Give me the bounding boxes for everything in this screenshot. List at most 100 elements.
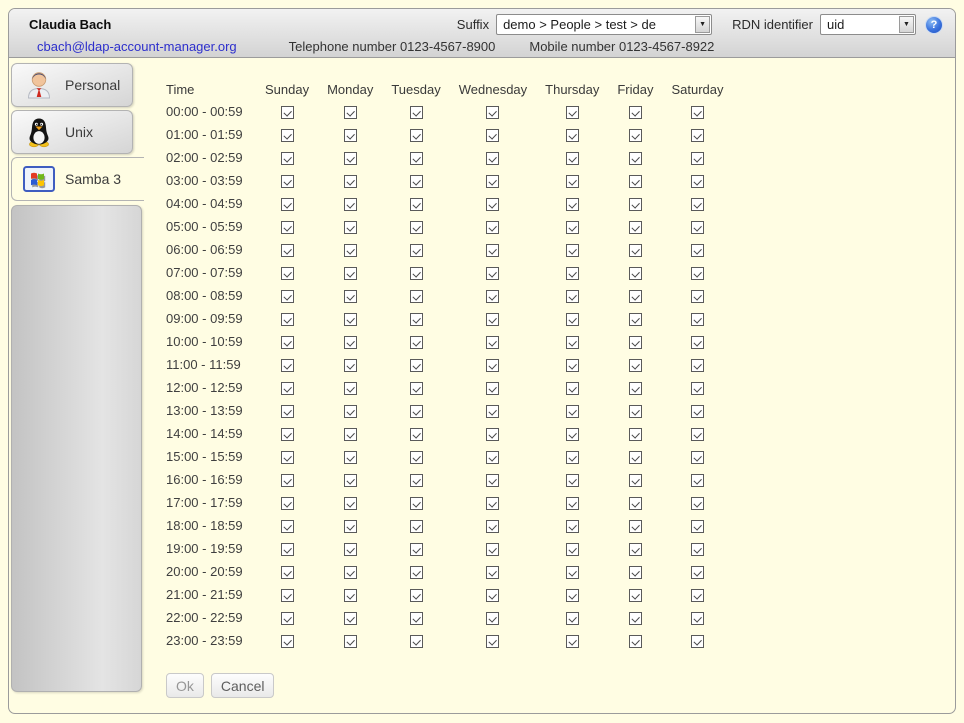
hour-checkbox-friday-19:00[interactable]: [629, 543, 642, 556]
hour-checkbox-thursday-23:00[interactable]: [566, 635, 579, 648]
hour-checkbox-tuesday-00:00[interactable]: [410, 106, 423, 119]
hour-checkbox-wednesday-17:00[interactable]: [486, 497, 499, 510]
hour-checkbox-sunday-04:00[interactable]: [281, 198, 294, 211]
hour-checkbox-monday-03:00[interactable]: [344, 175, 357, 188]
hour-checkbox-monday-19:00[interactable]: [344, 543, 357, 556]
hour-checkbox-tuesday-09:00[interactable]: [410, 313, 423, 326]
hour-checkbox-sunday-01:00[interactable]: [281, 129, 294, 142]
hour-checkbox-sunday-06:00[interactable]: [281, 244, 294, 257]
hour-checkbox-friday-15:00[interactable]: [629, 451, 642, 464]
hour-checkbox-saturday-00:00[interactable]: [691, 106, 704, 119]
hour-checkbox-wednesday-00:00[interactable]: [486, 106, 499, 119]
hour-checkbox-monday-01:00[interactable]: [344, 129, 357, 142]
hour-checkbox-sunday-20:00[interactable]: [281, 566, 294, 579]
hour-checkbox-saturday-18:00[interactable]: [691, 520, 704, 533]
hour-checkbox-saturday-06:00[interactable]: [691, 244, 704, 257]
hour-checkbox-sunday-09:00[interactable]: [281, 313, 294, 326]
hour-checkbox-tuesday-13:00[interactable]: [410, 405, 423, 418]
hour-checkbox-sunday-17:00[interactable]: [281, 497, 294, 510]
hour-checkbox-thursday-10:00[interactable]: [566, 336, 579, 349]
hour-checkbox-tuesday-05:00[interactable]: [410, 221, 423, 234]
hour-checkbox-saturday-03:00[interactable]: [691, 175, 704, 188]
hour-checkbox-friday-22:00[interactable]: [629, 612, 642, 625]
hour-checkbox-wednesday-12:00[interactable]: [486, 382, 499, 395]
hour-checkbox-friday-13:00[interactable]: [629, 405, 642, 418]
hour-checkbox-wednesday-05:00[interactable]: [486, 221, 499, 234]
hour-checkbox-sunday-11:00[interactable]: [281, 359, 294, 372]
hour-checkbox-tuesday-15:00[interactable]: [410, 451, 423, 464]
hour-checkbox-monday-09:00[interactable]: [344, 313, 357, 326]
hour-checkbox-friday-14:00[interactable]: [629, 428, 642, 441]
hour-checkbox-monday-15:00[interactable]: [344, 451, 357, 464]
hour-checkbox-tuesday-04:00[interactable]: [410, 198, 423, 211]
hour-checkbox-monday-14:00[interactable]: [344, 428, 357, 441]
hour-checkbox-monday-06:00[interactable]: [344, 244, 357, 257]
hour-checkbox-friday-21:00[interactable]: [629, 589, 642, 602]
hour-checkbox-wednesday-18:00[interactable]: [486, 520, 499, 533]
hour-checkbox-wednesday-10:00[interactable]: [486, 336, 499, 349]
chevron-down-icon[interactable]: ▼: [695, 16, 710, 33]
hour-checkbox-thursday-20:00[interactable]: [566, 566, 579, 579]
hour-checkbox-tuesday-16:00[interactable]: [410, 474, 423, 487]
hour-checkbox-thursday-07:00[interactable]: [566, 267, 579, 280]
hour-checkbox-wednesday-19:00[interactable]: [486, 543, 499, 556]
hour-checkbox-saturday-23:00[interactable]: [691, 635, 704, 648]
hour-checkbox-friday-01:00[interactable]: [629, 129, 642, 142]
hour-checkbox-saturday-14:00[interactable]: [691, 428, 704, 441]
hour-checkbox-friday-07:00[interactable]: [629, 267, 642, 280]
hour-checkbox-friday-20:00[interactable]: [629, 566, 642, 579]
hour-checkbox-wednesday-07:00[interactable]: [486, 267, 499, 280]
hour-checkbox-tuesday-06:00[interactable]: [410, 244, 423, 257]
hour-checkbox-saturday-20:00[interactable]: [691, 566, 704, 579]
hour-checkbox-saturday-19:00[interactable]: [691, 543, 704, 556]
hour-checkbox-monday-05:00[interactable]: [344, 221, 357, 234]
hour-checkbox-wednesday-22:00[interactable]: [486, 612, 499, 625]
hour-checkbox-monday-17:00[interactable]: [344, 497, 357, 510]
hour-checkbox-saturday-13:00[interactable]: [691, 405, 704, 418]
hour-checkbox-tuesday-22:00[interactable]: [410, 612, 423, 625]
hour-checkbox-wednesday-06:00[interactable]: [486, 244, 499, 257]
hour-checkbox-saturday-21:00[interactable]: [691, 589, 704, 602]
hour-checkbox-monday-18:00[interactable]: [344, 520, 357, 533]
hour-checkbox-tuesday-12:00[interactable]: [410, 382, 423, 395]
hour-checkbox-wednesday-21:00[interactable]: [486, 589, 499, 602]
hour-checkbox-monday-22:00[interactable]: [344, 612, 357, 625]
hour-checkbox-wednesday-04:00[interactable]: [486, 198, 499, 211]
hour-checkbox-thursday-01:00[interactable]: [566, 129, 579, 142]
hour-checkbox-friday-05:00[interactable]: [629, 221, 642, 234]
hour-checkbox-monday-04:00[interactable]: [344, 198, 357, 211]
hour-checkbox-thursday-09:00[interactable]: [566, 313, 579, 326]
hour-checkbox-friday-04:00[interactable]: [629, 198, 642, 211]
hour-checkbox-thursday-18:00[interactable]: [566, 520, 579, 533]
hour-checkbox-friday-18:00[interactable]: [629, 520, 642, 533]
hour-checkbox-tuesday-10:00[interactable]: [410, 336, 423, 349]
hour-checkbox-wednesday-09:00[interactable]: [486, 313, 499, 326]
hour-checkbox-friday-06:00[interactable]: [629, 244, 642, 257]
help-icon[interactable]: ?: [925, 16, 943, 34]
hour-checkbox-friday-00:00[interactable]: [629, 106, 642, 119]
hour-checkbox-sunday-08:00[interactable]: [281, 290, 294, 303]
hour-checkbox-wednesday-23:00[interactable]: [486, 635, 499, 648]
hour-checkbox-tuesday-17:00[interactable]: [410, 497, 423, 510]
hour-checkbox-friday-16:00[interactable]: [629, 474, 642, 487]
hour-checkbox-wednesday-15:00[interactable]: [486, 451, 499, 464]
hour-checkbox-thursday-04:00[interactable]: [566, 198, 579, 211]
hour-checkbox-tuesday-07:00[interactable]: [410, 267, 423, 280]
hour-checkbox-friday-03:00[interactable]: [629, 175, 642, 188]
hour-checkbox-thursday-19:00[interactable]: [566, 543, 579, 556]
hour-checkbox-saturday-22:00[interactable]: [691, 612, 704, 625]
hour-checkbox-sunday-19:00[interactable]: [281, 543, 294, 556]
hour-checkbox-sunday-05:00[interactable]: [281, 221, 294, 234]
hour-checkbox-thursday-16:00[interactable]: [566, 474, 579, 487]
hour-checkbox-monday-07:00[interactable]: [344, 267, 357, 280]
hour-checkbox-thursday-13:00[interactable]: [566, 405, 579, 418]
hour-checkbox-tuesday-18:00[interactable]: [410, 520, 423, 533]
hour-checkbox-wednesday-11:00[interactable]: [486, 359, 499, 372]
hour-checkbox-thursday-00:00[interactable]: [566, 106, 579, 119]
hour-checkbox-thursday-15:00[interactable]: [566, 451, 579, 464]
email-link[interactable]: cbach@ldap-account-manager.org: [37, 39, 237, 54]
hour-checkbox-wednesday-08:00[interactable]: [486, 290, 499, 303]
hour-checkbox-friday-08:00[interactable]: [629, 290, 642, 303]
hour-checkbox-monday-12:00[interactable]: [344, 382, 357, 395]
hour-checkbox-tuesday-23:00[interactable]: [410, 635, 423, 648]
